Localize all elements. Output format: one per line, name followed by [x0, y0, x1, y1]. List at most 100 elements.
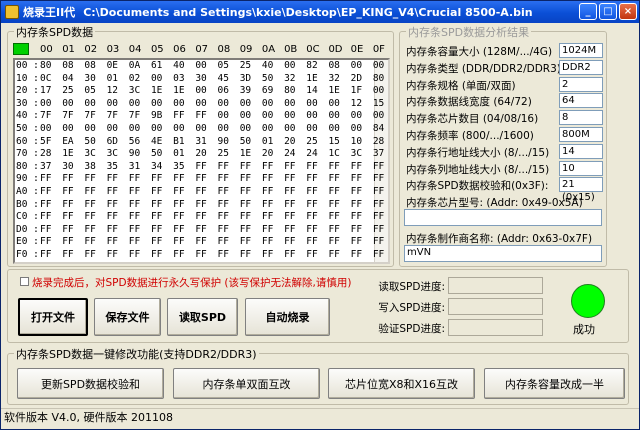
- spd-byte-cell[interactable]: FF: [151, 199, 173, 212]
- spd-byte-cell[interactable]: FF: [84, 224, 106, 237]
- spd-byte-cell[interactable]: 31: [129, 161, 151, 174]
- spd-byte-cell[interactable]: FF: [284, 161, 306, 174]
- spd-byte-cell[interactable]: FF: [173, 249, 195, 262]
- spd-byte-cell[interactable]: FF: [284, 249, 306, 262]
- spd-byte-cell[interactable]: 00: [195, 98, 217, 111]
- spd-byte-cell[interactable]: FF: [151, 249, 173, 262]
- spd-byte-cell[interactable]: 00: [284, 110, 306, 123]
- spd-byte-cell[interactable]: FF: [306, 186, 328, 199]
- spd-byte-cell[interactable]: FF: [218, 161, 240, 174]
- spd-byte-cell[interactable]: 24: [306, 148, 328, 161]
- spd-byte-cell[interactable]: FF: [40, 199, 62, 212]
- spd-byte-cell[interactable]: FF: [40, 236, 62, 249]
- spd-byte-cell[interactable]: FF: [240, 199, 262, 212]
- spd-byte-cell[interactable]: FF: [195, 211, 217, 224]
- spd-byte-cell[interactable]: 08: [84, 60, 106, 73]
- spd-byte-cell[interactable]: 7F: [129, 110, 151, 123]
- spd-byte-cell[interactable]: 25: [240, 60, 262, 73]
- spd-byte-cell[interactable]: 00: [218, 110, 240, 123]
- spd-byte-cell[interactable]: FF: [129, 249, 151, 262]
- spd-byte-cell[interactable]: 00: [284, 123, 306, 136]
- spd-byte-cell[interactable]: FF: [351, 211, 373, 224]
- spd-byte-cell[interactable]: 00: [62, 98, 84, 111]
- spd-byte-cell[interactable]: FF: [218, 199, 240, 212]
- spd-byte-cell[interactable]: FF: [373, 211, 395, 224]
- spd-byte-cell[interactable]: 32: [328, 73, 350, 86]
- spd-byte-cell[interactable]: FF: [107, 186, 129, 199]
- spd-byte-cell[interactable]: 00: [240, 98, 262, 111]
- spd-byte-cell[interactable]: 84: [373, 123, 395, 136]
- spd-byte-cell[interactable]: 00: [107, 123, 129, 136]
- spd-byte-cell[interactable]: 31: [195, 136, 217, 149]
- spd-byte-cell[interactable]: FF: [218, 211, 240, 224]
- spd-byte-cell[interactable]: FF: [195, 186, 217, 199]
- spd-byte-cell[interactable]: FF: [62, 199, 84, 212]
- analysis-value-field[interactable]: 64: [559, 93, 603, 109]
- spd-byte-cell[interactable]: 28: [40, 148, 62, 161]
- spd-byte-cell[interactable]: FF: [284, 199, 306, 212]
- spd-byte-cell[interactable]: 00: [195, 60, 217, 73]
- manufacturer-field[interactable]: mVN: [404, 245, 602, 262]
- spd-byte-cell[interactable]: 02: [129, 73, 151, 86]
- spd-byte-cell[interactable]: FF: [195, 173, 217, 186]
- analysis-value-field[interactable]: 21 (0x15): [559, 177, 603, 203]
- spd-byte-cell[interactable]: FF: [173, 110, 195, 123]
- spd-byte-cell[interactable]: 01: [173, 148, 195, 161]
- spd-byte-cell[interactable]: FF: [284, 211, 306, 224]
- close-button[interactable]: ×: [619, 3, 637, 20]
- spd-byte-cell[interactable]: 80: [284, 85, 306, 98]
- spd-byte-cell[interactable]: FF: [240, 211, 262, 224]
- spd-byte-cell[interactable]: FF: [218, 224, 240, 237]
- spd-byte-cell[interactable]: FF: [218, 173, 240, 186]
- spd-byte-cell[interactable]: 00: [40, 98, 62, 111]
- spd-byte-cell[interactable]: 25: [62, 85, 84, 98]
- spd-byte-cell[interactable]: 34: [151, 161, 173, 174]
- spd-byte-cell[interactable]: FF: [328, 249, 350, 262]
- spd-byte-cell[interactable]: FF: [151, 186, 173, 199]
- spd-byte-cell[interactable]: FF: [195, 199, 217, 212]
- spd-byte-cell[interactable]: 00: [84, 98, 106, 111]
- spd-byte-cell[interactable]: FF: [173, 199, 195, 212]
- spd-byte-cell[interactable]: FF: [151, 236, 173, 249]
- spd-byte-cell[interactable]: 10: [351, 136, 373, 149]
- spd-byte-cell[interactable]: FF: [173, 236, 195, 249]
- spd-byte-cell[interactable]: FF: [262, 161, 284, 174]
- spd-byte-cell[interactable]: 00: [351, 60, 373, 73]
- spd-byte-cell[interactable]: 04: [62, 73, 84, 86]
- spd-byte-cell[interactable]: FF: [262, 173, 284, 186]
- spd-byte-cell[interactable]: 00: [262, 110, 284, 123]
- spd-byte-cell[interactable]: 00: [218, 98, 240, 111]
- spd-byte-cell[interactable]: 00: [306, 98, 328, 111]
- spd-byte-cell[interactable]: 3D: [240, 73, 262, 86]
- minimize-button[interactable]: _: [579, 3, 597, 20]
- chip-model-field[interactable]: [404, 209, 602, 226]
- spd-byte-cell[interactable]: FF: [306, 173, 328, 186]
- spd-byte-cell[interactable]: 00: [240, 123, 262, 136]
- spd-byte-cell[interactable]: 1E: [151, 85, 173, 98]
- save-file-button[interactable]: 保存文件: [94, 298, 161, 336]
- spd-byte-cell[interactable]: 00: [351, 123, 373, 136]
- spd-byte-cell[interactable]: FF: [107, 249, 129, 262]
- spd-byte-cell[interactable]: 1E: [173, 85, 195, 98]
- spd-byte-cell[interactable]: 03: [173, 73, 195, 86]
- spd-byte-cell[interactable]: 1E: [62, 148, 84, 161]
- analysis-value-field[interactable]: 8: [559, 110, 603, 126]
- spd-byte-cell[interactable]: FF: [40, 249, 62, 262]
- spd-byte-cell[interactable]: FF: [351, 186, 373, 199]
- spd-byte-cell[interactable]: 08: [62, 60, 84, 73]
- spd-byte-cell[interactable]: FF: [129, 186, 151, 199]
- spd-byte-cell[interactable]: 15: [328, 136, 350, 149]
- spd-byte-cell[interactable]: FF: [173, 173, 195, 186]
- spd-byte-cell[interactable]: 00: [62, 123, 84, 136]
- spd-byte-cell[interactable]: 17: [40, 85, 62, 98]
- spd-byte-cell[interactable]: 12: [351, 98, 373, 111]
- analysis-value-field[interactable]: 14: [559, 143, 603, 159]
- spd-byte-cell[interactable]: 00: [373, 60, 395, 73]
- spd-byte-cell[interactable]: FF: [351, 224, 373, 237]
- auto-burn-button[interactable]: 自动烧录: [245, 298, 330, 336]
- spd-byte-cell[interactable]: FF: [151, 211, 173, 224]
- spd-byte-cell[interactable]: FF: [328, 161, 350, 174]
- spd-byte-cell[interactable]: 5F: [40, 136, 62, 149]
- spd-byte-cell[interactable]: FF: [240, 173, 262, 186]
- spd-byte-cell[interactable]: 00: [129, 123, 151, 136]
